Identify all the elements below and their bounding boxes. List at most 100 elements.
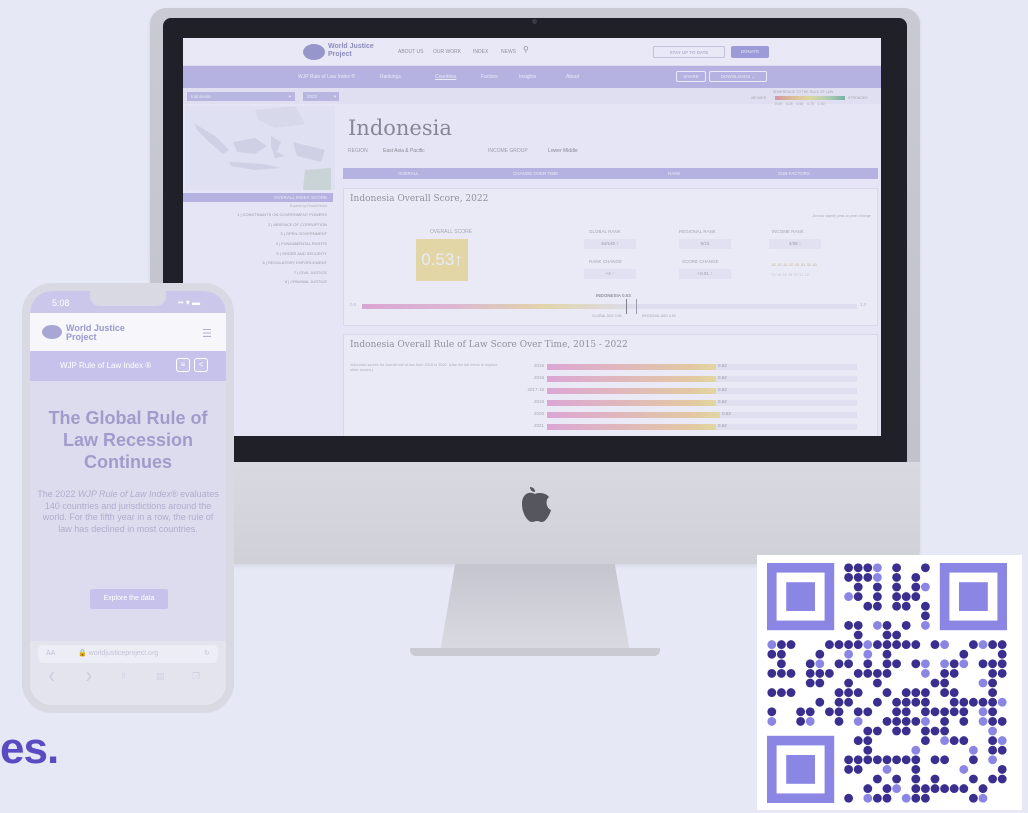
qr-module: [863, 755, 873, 765]
qr-module: [949, 784, 959, 794]
qr-module: [892, 784, 902, 794]
qr-module: [949, 736, 959, 746]
menu-icon[interactable]: ≡: [176, 358, 190, 372]
qr-module: [959, 764, 969, 774]
qr-module: [844, 620, 854, 630]
qr-module: [911, 716, 921, 726]
phone-time: 5:08: [52, 298, 70, 308]
share-icon[interactable]: ⇧: [120, 671, 128, 682]
qr-module: [920, 716, 930, 726]
hamburger-menu-icon[interactable]: ☰: [202, 327, 212, 340]
qr-module: [978, 640, 988, 650]
qr-module: [997, 668, 1007, 678]
qr-module: [844, 755, 854, 765]
qr-module: [872, 563, 882, 573]
tabs-icon[interactable]: ❐: [192, 671, 200, 682]
qr-module: [834, 707, 844, 717]
qr-module: [815, 678, 825, 688]
qr-module: [872, 582, 882, 592]
qr-module: [930, 755, 940, 765]
reload-icon[interactable]: ↻: [204, 645, 210, 663]
qr-module: [853, 563, 863, 573]
qr-module: [892, 630, 902, 640]
qr-module: [911, 592, 921, 602]
qr-module: [901, 697, 911, 707]
qr-module: [940, 716, 950, 726]
qr-module: [882, 784, 892, 794]
qr-module: [892, 659, 902, 669]
reader-aa-button[interactable]: AA: [46, 645, 55, 663]
phone-site-header: World Justice Project ☰: [30, 313, 226, 351]
qr-module: [834, 697, 844, 707]
qr-module: [844, 688, 854, 698]
qr-module: [834, 716, 844, 726]
qr-module: [997, 659, 1007, 669]
qr-module: [940, 726, 950, 736]
qr-module: [988, 774, 998, 784]
qr-finder-bottom-left: [767, 735, 835, 803]
qr-module: [815, 659, 825, 669]
url-field[interactable]: AA 🔒 worldjusticeproject.org ↻: [38, 645, 218, 663]
qr-module: [911, 582, 921, 592]
qr-module: [949, 659, 959, 669]
qr-module: [844, 659, 854, 669]
qr-module: [930, 707, 940, 717]
qr-module: [805, 678, 815, 688]
bookmarks-icon[interactable]: ▤: [156, 671, 165, 682]
qr-module: [978, 707, 988, 717]
qr-module: [959, 697, 969, 707]
qr-module: [863, 649, 873, 659]
qr-code[interactable]: [767, 563, 1013, 807]
qr-module: [853, 640, 863, 650]
qr-module: [920, 601, 930, 611]
qr-module: [853, 620, 863, 630]
qr-module: [978, 697, 988, 707]
qr-module: [959, 736, 969, 746]
qr-module: [844, 764, 854, 774]
qr-module: [968, 755, 978, 765]
qr-module: [901, 620, 911, 630]
qr-module: [911, 774, 921, 784]
qr-module: [997, 649, 1007, 659]
qr-module: [863, 745, 873, 755]
qr-module: [988, 716, 998, 726]
phone-band-label[interactable]: WJP Rule of Law Index ®: [60, 361, 151, 370]
qr-module: [796, 707, 806, 717]
qr-module: [796, 716, 806, 726]
qr-module: [872, 678, 882, 688]
qr-module: [892, 755, 902, 765]
qr-module: [968, 793, 978, 803]
qr-module: [920, 582, 930, 592]
qr-finder-top-right: [939, 563, 1007, 631]
qr-module: [776, 640, 786, 650]
qr-module: [978, 716, 988, 726]
explore-data-button[interactable]: Explore the data: [90, 589, 168, 609]
wjp-logo-icon[interactable]: [42, 325, 62, 339]
qr-module: [930, 726, 940, 736]
hero-title: The Global Rule of Law Recession Continu…: [48, 408, 208, 472]
forward-icon[interactable]: ❯: [85, 671, 93, 682]
qr-module: [997, 640, 1007, 650]
qr-module: [882, 640, 892, 650]
qr-module: [968, 640, 978, 650]
qr-module: [930, 678, 940, 688]
qr-module: [863, 784, 873, 794]
qr-module: [892, 563, 902, 573]
qr-module: [901, 601, 911, 611]
qr-module: [882, 620, 892, 630]
qr-module: [824, 668, 834, 678]
qr-module: [892, 572, 902, 582]
share-icon[interactable]: <: [194, 358, 208, 372]
qr-module: [882, 755, 892, 765]
url-text[interactable]: 🔒 worldjusticeproject.org: [78, 645, 158, 663]
phone-brand[interactable]: World Justice Project: [66, 324, 136, 342]
qr-module: [872, 640, 882, 650]
qr-module: [978, 659, 988, 669]
qr-module: [901, 716, 911, 726]
qr-module: [892, 716, 902, 726]
qr-module: [815, 668, 825, 678]
qr-module: [844, 572, 854, 582]
qr-module: [863, 563, 873, 573]
qr-module: [805, 707, 815, 717]
back-icon[interactable]: ❮: [48, 671, 56, 682]
